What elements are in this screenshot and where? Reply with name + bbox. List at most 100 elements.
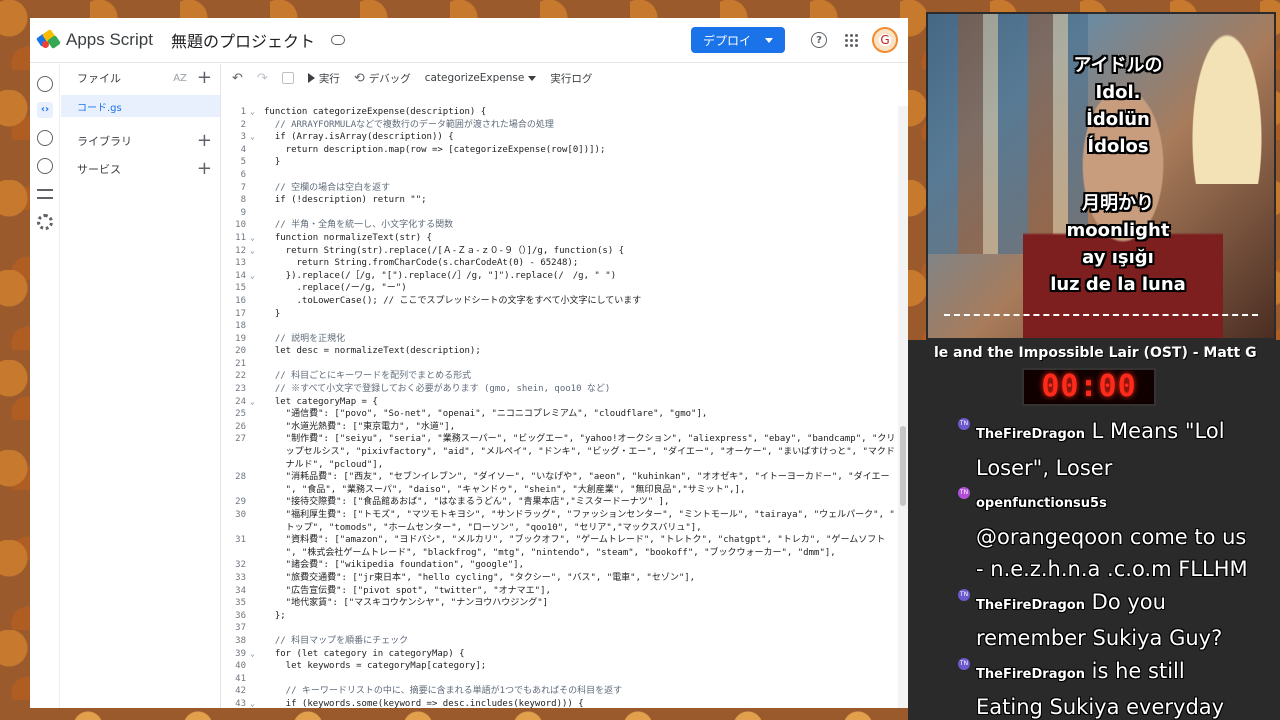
fold-chevron-icon[interactable]: ⌄ bbox=[250, 698, 255, 708]
fold-chevron-icon[interactable]: ⌄ bbox=[250, 245, 255, 258]
line-number: 29 bbox=[235, 497, 246, 508]
code-line[interactable]: 18 bbox=[222, 320, 898, 333]
code-line[interactable]: 42 // キーワードリストの中に、摘要に含まれる単語が1つでもあればその科目を… bbox=[222, 685, 898, 698]
code-line[interactable]: 10 // 半角・全角を統一し、小文字化する関数 bbox=[222, 219, 898, 232]
line-number: 3 bbox=[240, 132, 246, 143]
code-line[interactable]: 12 ⌄ return String(str).replace(/[Ａ-Ｚａ-ｚ０… bbox=[222, 245, 898, 258]
code-line[interactable]: 14 ⌄ }).replace(/［/g, "[").replace(/］/g, … bbox=[222, 270, 898, 283]
code-line[interactable]: 23 // ※すべて小文字で登録しておく必要があります (gmo, shein,… bbox=[222, 383, 898, 396]
code-line[interactable]: 3 ⌄ if (Array.isArray(description)) { bbox=[222, 131, 898, 144]
code-line[interactable]: 22 // 科目ごとにキーワードを配列でまとめる形式 bbox=[222, 370, 898, 383]
editor-icon[interactable]: ‹› bbox=[37, 102, 53, 118]
code-line[interactable]: 7 // 空欄の場合は空白を返す bbox=[222, 182, 898, 195]
undo-icon[interactable]: ↶ bbox=[232, 71, 243, 86]
fold-chevron-icon[interactable]: ⌄ bbox=[250, 396, 255, 409]
code-line[interactable]: 39 ⌄ for (let category in categoryMap) { bbox=[222, 648, 898, 661]
avatar[interactable]: G bbox=[872, 27, 898, 53]
app-name[interactable]: Apps Script bbox=[66, 30, 153, 50]
debug-button[interactable]: ⟲ デバッグ bbox=[354, 71, 411, 86]
deploy-button[interactable]: デプロイ bbox=[690, 27, 785, 53]
apps-grid-icon[interactable] bbox=[845, 33, 858, 47]
code-line[interactable]: ップセルシス", "pixivfactory", "aid", "メルペイ", … bbox=[222, 446, 898, 459]
code-line[interactable]: 40 let keywords = categoryMap[category]; bbox=[222, 660, 898, 673]
code-line[interactable]: 29 "接待交際費": ["食品館あおば", "はなまるうどん", "青果本店"… bbox=[222, 496, 898, 509]
chat-username: TheFireDragon bbox=[976, 597, 1085, 613]
run-label: 実行 bbox=[318, 72, 340, 85]
code-line[interactable]: 19 // 説明を正規化 bbox=[222, 333, 898, 346]
help-icon[interactable]: ? bbox=[811, 32, 827, 48]
code-line[interactable]: 33 "旅費交通費": ["jr東日本", "hello cycling", "… bbox=[222, 572, 898, 585]
code-line[interactable]: 9 bbox=[222, 207, 898, 220]
services-row[interactable]: サービス + bbox=[61, 155, 220, 183]
code-line[interactable]: 1 ⌄ function categorizeExpense(description… bbox=[222, 106, 898, 119]
code-line[interactable]: 4 return description.map(row => [categor… bbox=[222, 144, 898, 157]
code-line[interactable]: ナルド", "pcloud"], bbox=[222, 459, 898, 472]
fold-chevron-icon[interactable]: ⌄ bbox=[250, 270, 255, 283]
code-line[interactable]: 24 ⌄ let categoryMap = { bbox=[222, 396, 898, 409]
code-line[interactable]: 21 bbox=[222, 358, 898, 371]
code-line[interactable]: 37 bbox=[222, 622, 898, 635]
add-library-icon[interactable]: + bbox=[197, 132, 212, 150]
libraries-row[interactable]: ライブラリ + bbox=[61, 127, 220, 155]
redo-icon[interactable]: ↷ bbox=[257, 71, 268, 86]
code-line[interactable]: ", "株式会社ゲームトレード", "blackfrog", "mtg", "n… bbox=[222, 547, 898, 560]
code-line[interactable]: 32 "諸会費": ["wikipedia foundation", "goog… bbox=[222, 559, 898, 572]
code-line[interactable]: ", "食品", "業務スーパ", "daiso", "キャンドゥ", "she… bbox=[222, 484, 898, 497]
execution-log-button[interactable]: 実行ログ bbox=[550, 71, 592, 86]
save-icon[interactable] bbox=[281, 72, 294, 84]
code-line[interactable]: 17 } bbox=[222, 308, 898, 321]
add-file-icon[interactable]: + bbox=[197, 69, 212, 87]
apps-script-logo-icon[interactable] bbox=[36, 29, 62, 51]
fold-chevron-icon[interactable]: ⌄ bbox=[250, 106, 255, 119]
file-item-code-gs[interactable]: コード.gs bbox=[61, 95, 220, 117]
function-select[interactable]: categorizeExpense bbox=[425, 72, 537, 84]
fold-chevron-icon[interactable]: ⌄ bbox=[250, 232, 255, 245]
code-line[interactable]: 34 "広告宣伝費": ["pivot spot", "twitter", "オ… bbox=[222, 585, 898, 598]
code-line[interactable]: 41 bbox=[222, 673, 898, 686]
code-text: .toLowerCase(); // ここでスプレッドシートの文字をすべて小文字… bbox=[264, 295, 642, 306]
code-line[interactable]: 6 bbox=[222, 169, 898, 182]
overview-icon[interactable] bbox=[37, 76, 53, 92]
code-text: トップ", "tomods", "ホームセンター", "ローソン", "qoo1… bbox=[264, 522, 702, 533]
code-line[interactable]: 35 "地代家賃": ["マスキコウケンシヤ", "ナンヨウハウジング"] bbox=[222, 597, 898, 610]
code-text: } bbox=[264, 157, 281, 168]
code-line[interactable]: 43 ⌄ if (keywords.some(keyword => desc.in… bbox=[222, 698, 898, 708]
code-line[interactable]: 36 }; bbox=[222, 610, 898, 623]
code-line[interactable]: 5 } bbox=[222, 156, 898, 169]
code-line[interactable]: 25 "通信費": ["povo", "So-net", "openai", "… bbox=[222, 408, 898, 421]
fold-chevron-icon[interactable]: ⌄ bbox=[250, 648, 255, 661]
code-text: let categoryMap = { bbox=[264, 396, 378, 407]
add-service-icon[interactable]: + bbox=[197, 160, 212, 178]
code-line[interactable]: トップ", "tomods", "ホームセンター", "ローソン", "qoo1… bbox=[222, 522, 898, 535]
code-line[interactable]: 26 "水道光熱費": ["東京電力", "水道"], bbox=[222, 421, 898, 434]
fold-chevron-icon[interactable]: ⌄ bbox=[250, 131, 255, 144]
sort-az-icon[interactable]: AZ bbox=[173, 73, 187, 84]
code-editor[interactable]: 1 ⌄ function categorizeExpense(description… bbox=[222, 106, 898, 708]
editor-area: ↶ ↷ 実行 ⟲ デバッグ categorizeExpense 実行ログ 1 ⌄ f… bbox=[222, 64, 908, 708]
executions-icon[interactable] bbox=[37, 189, 53, 199]
run-button[interactable]: 実行 bbox=[307, 71, 340, 86]
chat-username: openfunctionsu5s bbox=[976, 496, 1107, 511]
scrollbar-thumb[interactable] bbox=[900, 426, 906, 506]
code-line[interactable]: 15 .replace(/ー/g, "ー") bbox=[222, 282, 898, 295]
code-line[interactable]: 38 // 科目マップを順番にチェック bbox=[222, 635, 898, 648]
code-line[interactable]: 31 "資料費": ["amazon", "ヨドバシ", "メルカリ", "ブッ… bbox=[222, 534, 898, 547]
code-line[interactable]: 27 "制作費": ["seiyu", "seria", "業務スーパー", "… bbox=[222, 433, 898, 446]
code-line[interactable]: 16 .toLowerCase(); // ここでスプレッドシートの文字をすべて… bbox=[222, 295, 898, 308]
history-icon[interactable] bbox=[37, 130, 53, 146]
project-title[interactable]: 無題のプロジェクト bbox=[171, 28, 315, 52]
code-line[interactable]: 30 "福利厚生費": ["トモズ", "マツモトキヨシ", "サンドラッグ",… bbox=[222, 509, 898, 522]
caption-top: アイドルの Idol. İdolün Ídolos bbox=[1023, 52, 1213, 160]
triggers-icon[interactable] bbox=[37, 158, 53, 174]
line-number: 38 bbox=[235, 635, 246, 646]
code-line[interactable]: 11 ⌄ function normalizeText(str) { bbox=[222, 232, 898, 245]
code-line[interactable]: 20 let desc = normalizeText(description)… bbox=[222, 345, 898, 358]
gear-icon[interactable] bbox=[37, 214, 53, 230]
code-line[interactable]: 2 // ARRAYFORMULAなどで複数行のデータ範囲が渡された場合の処理 bbox=[222, 119, 898, 132]
code-line[interactable]: 8 if (!description) return ""; bbox=[222, 194, 898, 207]
code-line[interactable]: 28 "消耗品費": ["西友", "セブンイレブン", "ダイソー", "いな… bbox=[222, 471, 898, 484]
line-number: 21 bbox=[235, 358, 246, 369]
line-number: 35 bbox=[235, 598, 246, 609]
editor-scrollbar[interactable] bbox=[898, 106, 908, 708]
code-line[interactable]: 13 return String.fromCharCode(s.charCode… bbox=[222, 257, 898, 270]
